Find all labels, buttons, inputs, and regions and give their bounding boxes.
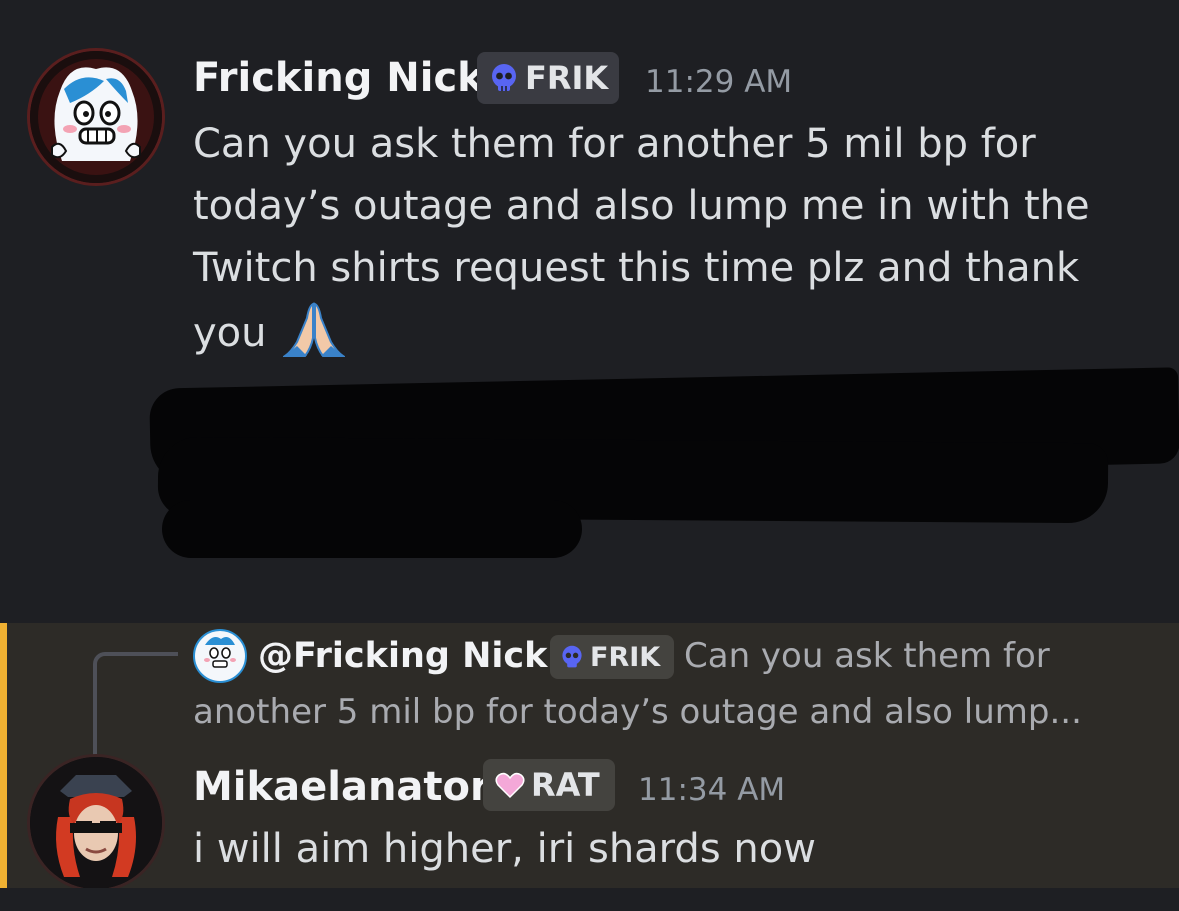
message-line-1: Can you ask them for another 5 mil bp fo… (193, 121, 1036, 167)
skull-icon (492, 64, 516, 91)
reply-preview-line-2[interactable]: another 5 mil bp for today’s outage and … (193, 689, 1082, 735)
reply-tag-label: FRIK (590, 641, 661, 673)
tag-label-rat: RAT (531, 766, 600, 804)
avatar-fricking-nick[interactable] (27, 48, 165, 186)
avatar-mikaelanator[interactable] (27, 754, 165, 892)
message-text-mikaelanator: i will aim higher, iri shards now (193, 826, 816, 872)
heart-icon (495, 772, 525, 799)
reply-server-tag-frik[interactable]: FRIK (550, 635, 674, 679)
timestamp-mikaelanator: 11:34 AM (638, 772, 786, 808)
message-fricking-nick: Fricking Nick FRIK 11:29 AM Can you ask … (0, 0, 1179, 623)
server-tag-rat[interactable]: RAT (483, 759, 615, 811)
message-mikaelanator: @Fricking Nick FRIK Can you ask them for… (0, 623, 1179, 892)
person-avatar-icon (30, 757, 162, 889)
message-line-4-text: you (193, 310, 267, 356)
ghost-avatar-icon (30, 51, 162, 183)
reply-mention[interactable]: @Fricking Nick (258, 633, 547, 679)
reply-avatar-fricking-nick[interactable] (193, 629, 247, 683)
mention-highlight-bar (0, 623, 7, 888)
reply-preview-line-1[interactable]: Can you ask them for (684, 633, 1050, 679)
message-line-3: Twitch shirts request this time plz and … (193, 245, 1080, 291)
skull-small-icon (562, 645, 582, 668)
folded-hands-emoji-icon (281, 302, 347, 357)
timestamp: 11:29 AM (645, 64, 793, 100)
redacted-area-3 (162, 500, 582, 558)
message-line-4: you (193, 302, 347, 363)
author-name[interactable]: Fricking Nick (193, 52, 484, 104)
message-line-2: today’s outage and also lump me in with … (193, 183, 1090, 229)
ghost-avatar-small-icon (204, 637, 236, 668)
reply-connector (93, 652, 178, 770)
tag-label: FRIK (525, 59, 609, 97)
next-message-partial (0, 888, 1179, 911)
author-name-mikaelanator[interactable]: Mikaelanator (193, 761, 490, 813)
server-tag-frik[interactable]: FRIK (477, 52, 619, 104)
